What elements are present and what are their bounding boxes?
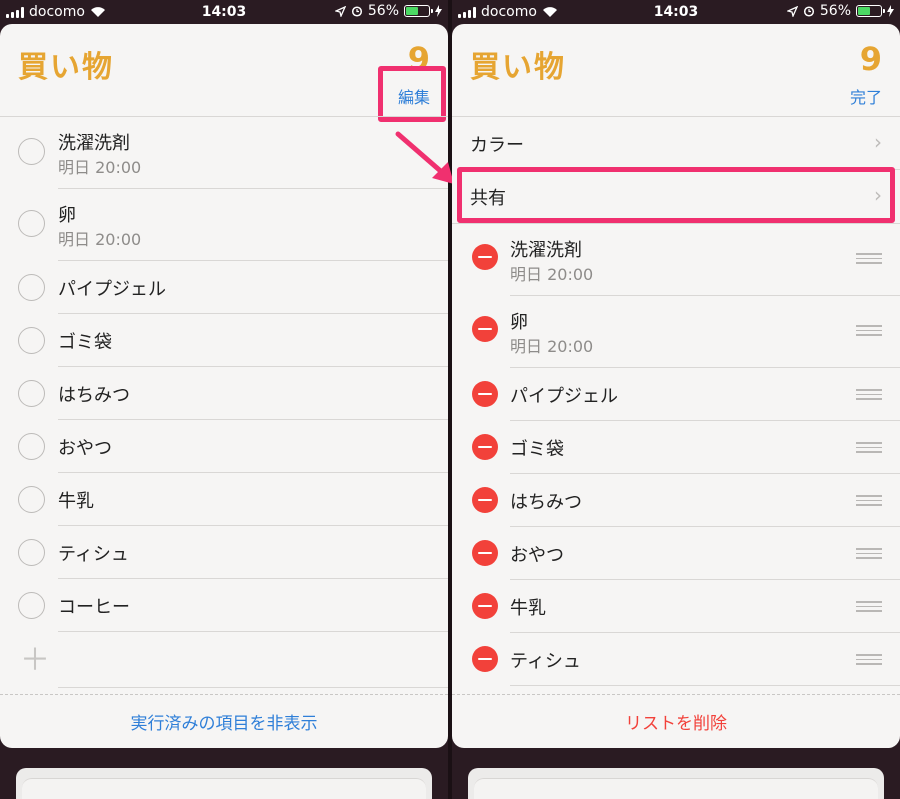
list-item[interactable]: 牛乳 bbox=[0, 473, 448, 526]
checkbox-circle-icon[interactable] bbox=[18, 433, 45, 460]
item-title: おやつ bbox=[510, 545, 564, 566]
highlight-box bbox=[378, 66, 446, 122]
done-button[interactable]: 完了 bbox=[850, 84, 882, 108]
item-title: 牛乳 bbox=[510, 598, 546, 619]
screen-list-view: docomo 14:03 56% 買い物 9 編集 洗濯洗剤 明日 20:00 卵明… bbox=[0, 0, 448, 799]
reorder-grip-icon[interactable] bbox=[856, 325, 882, 336]
list-title: 買い物 bbox=[18, 50, 114, 85]
battery-icon bbox=[404, 5, 433, 17]
delete-list-button[interactable]: リストを削除 bbox=[452, 709, 900, 734]
item-due-date: 明日 20:00 bbox=[510, 337, 594, 356]
list-item[interactable]: コーヒー bbox=[0, 579, 448, 632]
item-title: 牛乳 bbox=[58, 491, 94, 512]
reorder-grip-icon[interactable] bbox=[856, 495, 882, 506]
item-title: 卵 bbox=[510, 312, 528, 333]
battery-percent: 56% bbox=[367, 3, 399, 19]
chevron-right-icon: › bbox=[874, 130, 882, 154]
list-item[interactable]: 牛乳 bbox=[452, 580, 900, 633]
list-title: 買い物 bbox=[470, 50, 566, 85]
delete-minus-icon[interactable] bbox=[472, 244, 498, 270]
list-item[interactable]: おやつ bbox=[0, 420, 448, 473]
item-title: ゴミ袋 bbox=[58, 332, 112, 353]
reorder-grip-icon[interactable] bbox=[856, 442, 882, 453]
plus-icon[interactable]: ＋ bbox=[20, 646, 50, 676]
row-divider bbox=[58, 631, 448, 632]
reorder-grip-icon[interactable] bbox=[856, 654, 882, 665]
item-due-date: 明日 20:00 bbox=[58, 230, 142, 249]
reorder-grip-icon[interactable] bbox=[856, 253, 882, 264]
item-title: コーヒー bbox=[58, 597, 130, 618]
item-title: パイプジェル bbox=[510, 386, 618, 407]
list-item[interactable]: 卵明日 20:00 bbox=[0, 189, 448, 261]
delete-minus-icon[interactable] bbox=[472, 316, 498, 342]
location-icon bbox=[786, 5, 798, 17]
delete-minus-icon[interactable] bbox=[472, 593, 498, 619]
settings-row-color[interactable]: カラー › bbox=[452, 117, 900, 170]
delete-minus-icon[interactable] bbox=[472, 646, 498, 672]
stacked-card bbox=[474, 778, 878, 799]
reminders-card: 買い物 9 編集 洗濯洗剤 明日 20:00 卵明日 20:00 パイプジェル ゴミ袋は… bbox=[0, 24, 448, 748]
checkbox-circle-icon[interactable] bbox=[18, 327, 45, 354]
item-due-date: 明日 20:00 bbox=[58, 158, 142, 177]
screen-edit-view: docomo 14:03 56% 買い物 9 完了 カラー › 共有 › 洗濯洗… bbox=[452, 0, 900, 799]
charging-icon bbox=[887, 5, 894, 17]
location-icon bbox=[334, 5, 346, 17]
item-title: 洗濯洗剤 bbox=[510, 240, 582, 261]
checkbox-circle-icon[interactable] bbox=[18, 210, 45, 237]
checkbox-circle-icon[interactable] bbox=[18, 380, 45, 407]
reorder-grip-icon[interactable] bbox=[856, 601, 882, 612]
list-item[interactable]: おやつ bbox=[452, 527, 900, 580]
delete-minus-icon[interactable] bbox=[472, 540, 498, 566]
status-bar: docomo 14:03 56% bbox=[452, 0, 900, 24]
item-title: 卵 bbox=[58, 205, 76, 226]
delete-minus-icon[interactable] bbox=[472, 434, 498, 460]
list-item[interactable]: ティシュ bbox=[452, 633, 900, 686]
item-title: 洗濯洗剤 bbox=[58, 133, 130, 154]
reorder-grip-icon[interactable] bbox=[856, 389, 882, 400]
alarm-icon bbox=[351, 6, 362, 17]
alarm-icon bbox=[803, 6, 814, 17]
checkbox-circle-icon[interactable] bbox=[18, 274, 45, 301]
item-count: 9 bbox=[859, 40, 882, 78]
battery-icon bbox=[856, 5, 885, 17]
stacked-card bbox=[22, 778, 426, 799]
settings-label: カラー bbox=[470, 135, 524, 156]
item-title: パイプジェル bbox=[58, 279, 166, 300]
checkbox-circle-icon[interactable] bbox=[18, 486, 45, 513]
item-title: はちみつ bbox=[58, 385, 130, 406]
item-title: ティシュ bbox=[510, 651, 581, 672]
highlight-box bbox=[457, 167, 895, 223]
delete-minus-icon[interactable] bbox=[472, 381, 498, 407]
reminders-card: 買い物 9 完了 カラー › 共有 › 洗濯洗剤 明日 20:00 卵明日 20:0… bbox=[452, 24, 900, 748]
add-item-row[interactable]: ＋ bbox=[0, 636, 448, 688]
list-item[interactable]: はちみつ bbox=[0, 367, 448, 420]
list-item[interactable]: ゴミ袋 bbox=[0, 314, 448, 367]
list-item[interactable]: 卵明日 20:00 bbox=[452, 296, 900, 368]
row-divider bbox=[510, 685, 900, 686]
list-item[interactable]: ティシュ bbox=[0, 526, 448, 579]
checkbox-circle-icon[interactable] bbox=[18, 592, 45, 619]
checkbox-circle-icon[interactable] bbox=[18, 539, 45, 566]
reorder-grip-icon[interactable] bbox=[856, 548, 882, 559]
list-item[interactable]: パイプジェル bbox=[0, 261, 448, 314]
item-title: おやつ bbox=[58, 438, 112, 459]
list-item[interactable]: パイプジェル bbox=[452, 368, 900, 421]
list-item[interactable]: 洗濯洗剤明日 20:00 bbox=[452, 224, 900, 296]
item-title: はちみつ bbox=[510, 492, 582, 513]
delete-minus-icon[interactable] bbox=[472, 487, 498, 513]
item-due-date: 明日 20:00 bbox=[510, 265, 594, 284]
charging-icon bbox=[435, 5, 442, 17]
list-item[interactable]: はちみつ bbox=[452, 474, 900, 527]
status-bar: docomo 14:03 56% bbox=[0, 0, 448, 24]
checkbox-circle-icon[interactable] bbox=[18, 138, 45, 165]
hide-completed-button[interactable]: 実行済みの項目を非表示 bbox=[0, 709, 448, 734]
item-title: ゴミ袋 bbox=[510, 439, 564, 460]
list-item[interactable]: 洗濯洗剤明日 20:00 bbox=[0, 117, 448, 189]
footer-divider bbox=[0, 694, 448, 695]
list-item[interactable]: ゴミ袋 bbox=[452, 421, 900, 474]
footer-divider bbox=[452, 694, 900, 695]
battery-percent: 56% bbox=[819, 3, 851, 19]
item-title: ティシュ bbox=[58, 544, 129, 565]
